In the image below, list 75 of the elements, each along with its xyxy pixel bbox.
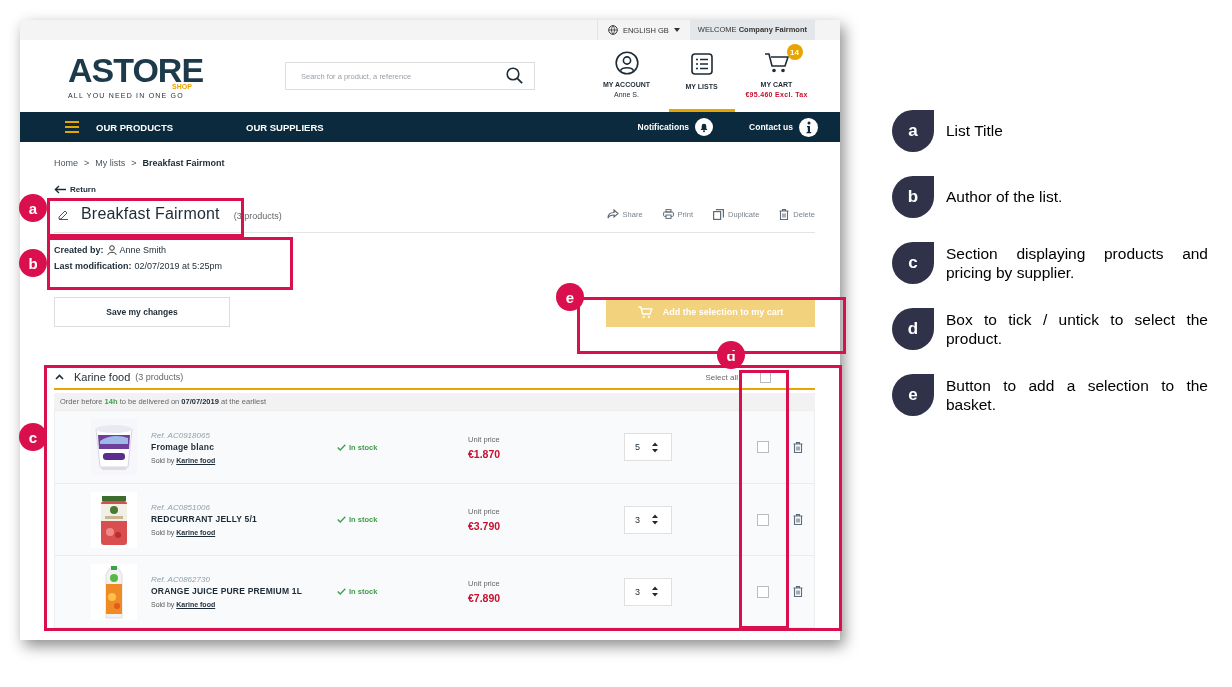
stepper-icon[interactable] bbox=[652, 586, 658, 597]
product-name[interactable]: ORANGE JUICE PURE PREMIUM 1L bbox=[151, 586, 337, 597]
legend-badge: c bbox=[892, 242, 934, 284]
printer-icon bbox=[662, 209, 674, 219]
quantity-field[interactable]: 5 bbox=[624, 433, 672, 461]
breadcrumb-separator: > bbox=[84, 158, 90, 168]
product-name[interactable]: Fromage blanc bbox=[151, 441, 337, 453]
share-icon bbox=[606, 209, 619, 219]
select-all-checkbox[interactable] bbox=[760, 371, 771, 383]
legend-badge: e bbox=[892, 374, 934, 416]
save-button[interactable]: Save my changes bbox=[54, 297, 230, 327]
breadcrumb-separator: > bbox=[131, 158, 137, 168]
stepper-icon[interactable] bbox=[652, 514, 658, 525]
delete-button[interactable] bbox=[793, 586, 803, 597]
select-checkbox[interactable] bbox=[757, 513, 769, 526]
list-title: Breakfast Fairmont bbox=[81, 205, 220, 223]
select-all-label[interactable]: Select all bbox=[705, 372, 738, 382]
product-reference: Ref. AC0918065 bbox=[151, 430, 211, 440]
chevron-icon[interactable] bbox=[55, 374, 64, 380]
stepper-icon[interactable] bbox=[652, 441, 658, 453]
legend-badge: b bbox=[892, 176, 934, 218]
legend-text: Box to tick / untick to select the product. bbox=[946, 310, 1208, 348]
globe-icon bbox=[607, 25, 618, 35]
product-reference: Ref. AC0851006 bbox=[151, 503, 211, 512]
nav-link[interactable]: OUR SUPPLIERS bbox=[246, 121, 324, 133]
modification-date: 02/07/2019 at 5:25pm bbox=[134, 260, 223, 273]
unit-price: €3.790 bbox=[468, 520, 502, 532]
list-icon bbox=[690, 53, 713, 75]
bell-icon[interactable] bbox=[695, 118, 714, 136]
checkmark-icon bbox=[337, 443, 346, 451]
supplier-name: Karine food bbox=[74, 371, 131, 383]
breadcrumb-current: Breakfast Fairmont bbox=[142, 158, 225, 168]
legend-text: Author of the list. bbox=[946, 187, 1064, 206]
unit-price: €7.890 bbox=[468, 592, 502, 604]
logo-wordmark[interactable]: ASTORE bbox=[68, 54, 285, 85]
cart-icon bbox=[763, 52, 790, 74]
cart-count-badge: 14 bbox=[786, 44, 803, 60]
checkmark-icon bbox=[337, 516, 346, 523]
legend-text: List Title bbox=[946, 121, 1004, 140]
select-checkbox[interactable] bbox=[757, 441, 769, 453]
nav-link[interactable]: OUR PRODUCTS bbox=[96, 121, 246, 133]
author-name: Anne Smith bbox=[119, 244, 167, 257]
menu-icon[interactable] bbox=[65, 121, 79, 133]
notifications-link[interactable]: Notifications bbox=[637, 122, 690, 132]
pencil-icon[interactable] bbox=[58, 208, 69, 220]
breadcrumb-link[interactable]: My lists bbox=[95, 158, 126, 168]
contact-link[interactable]: Contact us bbox=[749, 122, 793, 132]
info-icon[interactable] bbox=[799, 117, 818, 137]
return-link[interactable]: Return bbox=[54, 185, 96, 194]
delete-button[interactable] bbox=[793, 514, 803, 525]
product-name[interactable]: REDCURRANT JELLY 5/1 bbox=[151, 514, 337, 525]
product-count: (3 products) bbox=[233, 210, 282, 221]
legend-text: Button to add a selection to the basket. bbox=[946, 376, 1208, 414]
select-checkbox[interactable] bbox=[757, 585, 769, 598]
unit-price: €1.870 bbox=[468, 447, 502, 460]
search-icon[interactable] bbox=[506, 67, 523, 84]
product-count: (3 products) bbox=[135, 372, 184, 382]
quantity-field[interactable]: 3 bbox=[624, 577, 672, 606]
breadcrumb-link[interactable]: Home bbox=[54, 158, 78, 168]
last-modification-label: Last modification: bbox=[54, 260, 132, 273]
product-reference: Ref. AC0862730 bbox=[151, 575, 211, 584]
user-icon bbox=[614, 51, 639, 75]
duplicate-icon bbox=[713, 208, 725, 220]
checkmark-icon bbox=[337, 588, 346, 595]
created-by-label: Created by: bbox=[54, 244, 104, 257]
legend-badge: d bbox=[892, 308, 934, 350]
quantity-field[interactable]: 3 bbox=[624, 505, 672, 534]
caret-icon bbox=[673, 28, 680, 32]
trash-icon bbox=[779, 208, 790, 220]
delete-button[interactable] bbox=[793, 441, 803, 453]
legend-badge: a bbox=[892, 110, 934, 152]
legend-text: Section displaying products and pricing by supplier. bbox=[946, 244, 1208, 282]
cart-icon bbox=[637, 305, 653, 319]
person-icon bbox=[106, 245, 117, 255]
arrow-left-icon bbox=[54, 185, 66, 194]
